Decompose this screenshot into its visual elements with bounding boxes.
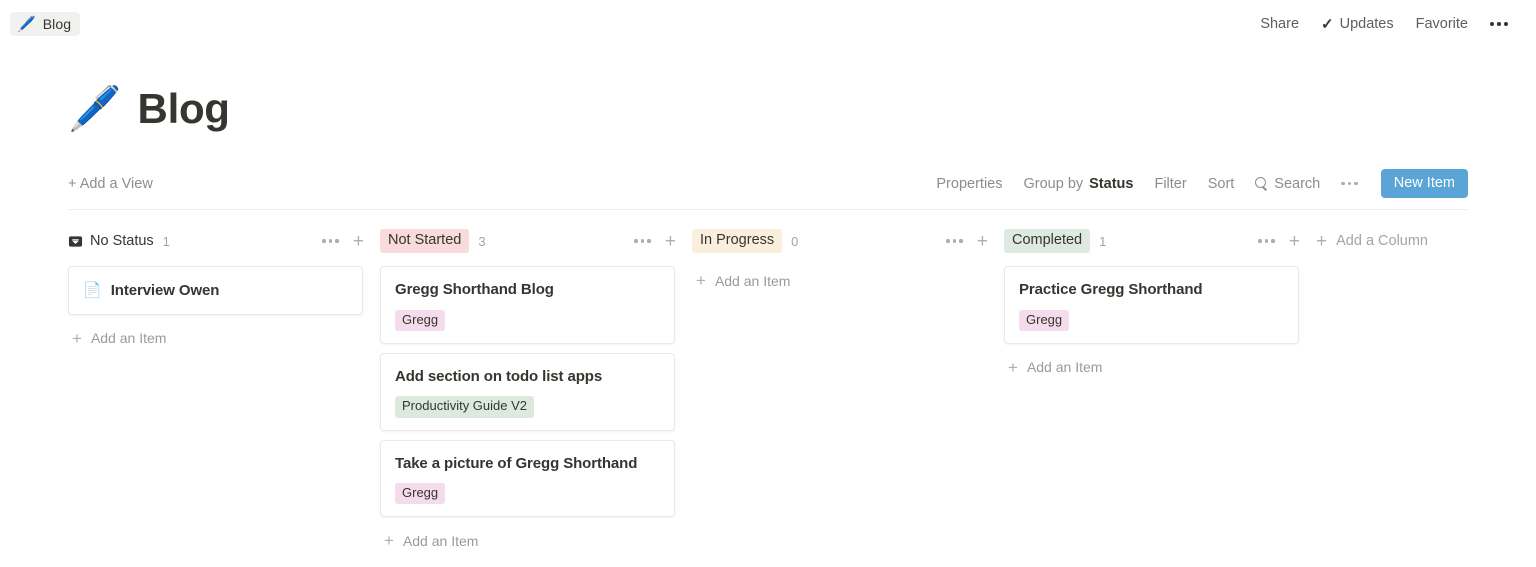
more-options-icon[interactable] bbox=[1490, 22, 1508, 26]
column-actions: + bbox=[634, 232, 676, 251]
new-item-button[interactable]: New Item bbox=[1380, 169, 1468, 198]
column-add-icon[interactable]: + bbox=[1289, 232, 1300, 251]
column-actions: + bbox=[1258, 232, 1300, 251]
column-more-options-icon[interactable] bbox=[634, 239, 651, 243]
card-tag: Gregg bbox=[1019, 309, 1070, 331]
view-bar-tools: Properties Group by Status Filter Sort S… bbox=[936, 169, 1468, 198]
share-button[interactable]: Share bbox=[1260, 16, 1299, 32]
column-add-icon[interactable]: + bbox=[353, 232, 364, 251]
card-tag: Gregg bbox=[395, 483, 446, 505]
board-column-no-status: No Status 1 + 📄 Interview Owen + Add an … bbox=[68, 228, 380, 353]
column-status-pill[interactable]: In Progress bbox=[692, 229, 783, 253]
column-header: No Status 1 + bbox=[68, 228, 380, 254]
pen-icon: 🖊️ bbox=[17, 15, 36, 33]
page-title-text[interactable]: Blog bbox=[138, 85, 230, 133]
view-more-options-icon[interactable] bbox=[1341, 181, 1358, 186]
card-title: Take a picture of Gregg Shorthand bbox=[395, 454, 638, 472]
group-by-prefix: Group by bbox=[1023, 175, 1084, 192]
card-tag: Productivity Guide V2 bbox=[395, 396, 535, 418]
card-interview-owen[interactable]: 📄 Interview Owen bbox=[68, 266, 363, 315]
add-a-column-button[interactable]: + Add a Column bbox=[1316, 228, 1428, 254]
column-add-icon[interactable]: + bbox=[665, 232, 676, 251]
column-title[interactable]: No Status bbox=[68, 233, 154, 249]
column-count: 3 bbox=[478, 233, 486, 249]
add-an-item-label: Add an Item bbox=[402, 532, 479, 549]
column-name: No Status bbox=[90, 233, 154, 249]
plus-icon: + bbox=[72, 328, 82, 348]
plus-icon: + bbox=[1316, 230, 1328, 252]
add-an-item-label: Add an Item bbox=[714, 272, 791, 289]
column-status-pill[interactable]: Completed bbox=[1004, 229, 1091, 253]
group-by-value: Status bbox=[1089, 175, 1134, 192]
column-actions: + bbox=[322, 232, 364, 251]
card-gregg-shorthand-blog[interactable]: Gregg Shorthand Blog Gregg bbox=[380, 266, 675, 344]
page-icon-pen-icon[interactable]: 🖊️ bbox=[68, 87, 122, 131]
board-column-not-started: Not Started 3 + Gregg Shorthand Blog Gre… bbox=[380, 228, 692, 555]
card-practice-gregg-shorthand[interactable]: Practice Gregg Shorthand Gregg bbox=[1004, 266, 1299, 344]
card-add-section-on-todo-list-apps[interactable]: Add section on todo list apps Productivi… bbox=[380, 352, 675, 431]
column-header: Completed 1 + bbox=[1004, 228, 1316, 254]
add-a-column-label: Add a Column bbox=[1336, 233, 1428, 249]
properties-button[interactable]: Properties bbox=[936, 176, 1002, 192]
board-column-completed: Completed 1 + Practice Gregg Shorthand G… bbox=[1004, 228, 1316, 382]
card-take-a-picture-of-gregg-shorthand[interactable]: Take a picture of Gregg Shorthand Gregg bbox=[380, 439, 675, 518]
add-an-item-button[interactable]: + Add an Item bbox=[692, 266, 1004, 295]
column-status-pill[interactable]: Not Started bbox=[380, 229, 470, 253]
search-label: Search bbox=[1274, 175, 1321, 192]
favorite-button[interactable]: Favorite bbox=[1416, 16, 1468, 32]
page-content: 🖊️ Blog + Add a View Properties Group by… bbox=[0, 85, 1536, 555]
column-more-options-icon[interactable] bbox=[946, 239, 963, 243]
plus-icon: + bbox=[1008, 357, 1018, 377]
document-icon: 📄 bbox=[83, 282, 102, 300]
sort-button[interactable]: Sort bbox=[1208, 176, 1235, 192]
top-bar: 🖊️ Blog Share ✓ Updates Favorite bbox=[0, 0, 1536, 48]
card-title: Add section on todo list apps bbox=[395, 367, 603, 385]
group-by-button[interactable]: Group by Status bbox=[1023, 176, 1133, 192]
card-title: Interview Owen bbox=[110, 282, 220, 299]
add-an-item-label: Add an Item bbox=[1026, 359, 1103, 376]
filter-button[interactable]: Filter bbox=[1154, 176, 1186, 192]
updates-button[interactable]: ✓ Updates bbox=[1321, 16, 1394, 32]
plus-icon: + bbox=[384, 531, 394, 551]
top-bar-actions: Share ✓ Updates Favorite bbox=[1260, 16, 1508, 32]
add-an-item-button[interactable]: + Add an Item bbox=[1004, 353, 1316, 382]
search-icon bbox=[1255, 177, 1268, 190]
check-icon: ✓ bbox=[1321, 15, 1334, 33]
breadcrumb-label: Blog bbox=[42, 16, 72, 32]
column-header: In Progress 0 + bbox=[692, 228, 1004, 254]
column-count: 1 bbox=[162, 233, 170, 249]
kanban-board: No Status 1 + 📄 Interview Owen + Add an … bbox=[68, 228, 1468, 555]
column-more-options-icon[interactable] bbox=[1258, 239, 1275, 243]
add-an-item-button[interactable]: + Add an Item bbox=[68, 324, 380, 353]
column-add-icon[interactable]: + bbox=[977, 232, 988, 251]
add-a-view-button[interactable]: + Add a View bbox=[68, 176, 153, 192]
board-column-in-progress: In Progress 0 + + Add an Item bbox=[692, 228, 1004, 295]
column-count: 1 bbox=[1099, 233, 1107, 249]
column-more-options-icon[interactable] bbox=[322, 239, 339, 243]
search-button[interactable]: Search bbox=[1255, 176, 1320, 192]
column-header: Not Started 3 + bbox=[380, 228, 692, 254]
updates-label: Updates bbox=[1339, 16, 1394, 32]
card-title: Practice Gregg Shorthand bbox=[1019, 281, 1203, 298]
view-bar: + Add a View Properties Group by Status … bbox=[68, 169, 1468, 210]
inbox-tray-icon bbox=[68, 234, 83, 249]
column-actions: + bbox=[946, 232, 988, 251]
plus-icon: + bbox=[696, 271, 706, 290]
card-tag: Gregg bbox=[395, 309, 446, 331]
breadcrumb-blog[interactable]: 🖊️ Blog bbox=[10, 12, 81, 36]
card-title: Gregg Shorthand Blog bbox=[395, 281, 554, 298]
page-title: 🖊️ Blog bbox=[68, 85, 1468, 133]
column-count: 0 bbox=[791, 233, 799, 249]
add-an-item-label: Add an Item bbox=[90, 330, 167, 346]
add-an-item-button[interactable]: + Add an Item bbox=[380, 526, 692, 555]
